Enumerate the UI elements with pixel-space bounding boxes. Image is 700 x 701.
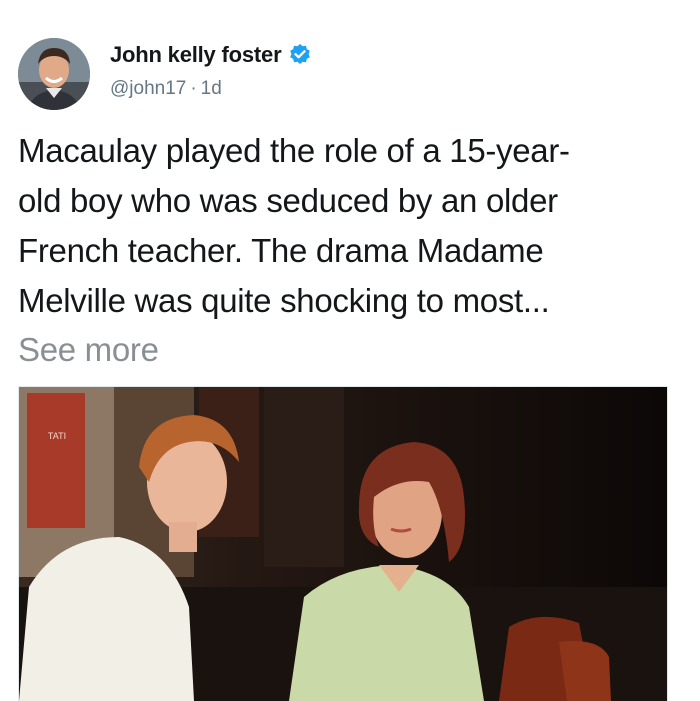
tweet-text: Macaulay played the role of a 15-year- o… — [18, 132, 570, 319]
author-row: John kelly foster — [110, 42, 312, 68]
meta-separator: · — [190, 78, 197, 99]
poster-image — [27, 393, 85, 528]
see-more-link[interactable]: See more — [18, 325, 159, 375]
author-name[interactable]: John kelly foster — [110, 42, 282, 68]
author-handle[interactable]: @john17 — [110, 78, 186, 99]
tweet-timestamp[interactable]: 1d — [201, 78, 222, 99]
tweet-photo[interactable]: TATI — [18, 386, 668, 701]
tweet-header: John kelly foster @john17 · 1d — [18, 38, 682, 110]
tweet-meta: @john17 · 1d — [110, 78, 222, 100]
avatar[interactable] — [18, 38, 90, 110]
verified-badge-icon — [288, 43, 312, 67]
poster-text: TATI — [48, 431, 66, 441]
